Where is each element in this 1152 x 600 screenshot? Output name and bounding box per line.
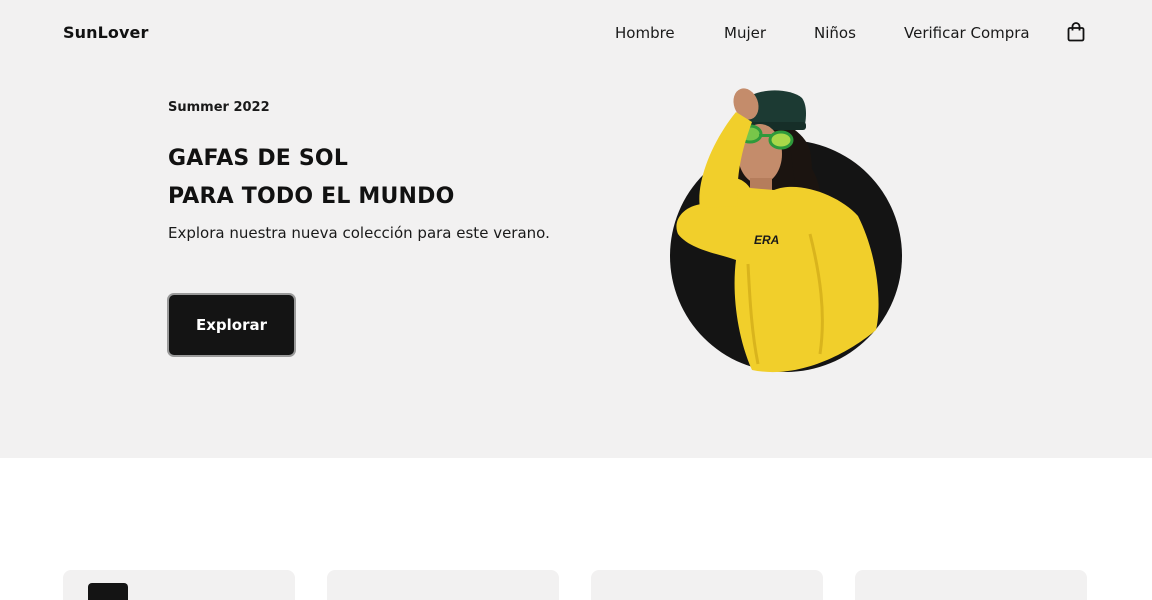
svg-text:ERA: ERA xyxy=(754,233,779,247)
hero-headline: GAFAS DE SOL PARA TODO EL MUNDO xyxy=(168,140,455,216)
headline-line-2: PARA TODO EL MUNDO xyxy=(168,184,455,209)
hero-subtitle: Explora nuestra nueva colección para est… xyxy=(168,224,550,242)
hero-section: SunLover Hombre Mujer Niños Verificar Co… xyxy=(0,0,1152,458)
nav-link-ninos[interactable]: Niños xyxy=(814,24,856,42)
main-nav: Hombre Mujer Niños Verificar Compra xyxy=(0,24,1152,46)
feature-card[interactable] xyxy=(63,570,295,600)
feature-card[interactable] xyxy=(327,570,559,600)
feature-cards xyxy=(0,570,1152,600)
hero-model-image: ERA xyxy=(670,88,902,373)
nav-link-mujer[interactable]: Mujer xyxy=(724,24,766,42)
season-label: Summer 2022 xyxy=(168,100,270,115)
headline-line-1: GAFAS DE SOL xyxy=(168,146,349,171)
feature-icon xyxy=(88,583,128,600)
nav-link-hombre[interactable]: Hombre xyxy=(615,24,675,42)
feature-card[interactable] xyxy=(855,570,1087,600)
shopping-bag-icon[interactable] xyxy=(1067,22,1085,42)
feature-card[interactable] xyxy=(591,570,823,600)
nav-link-verificar-compra[interactable]: Verificar Compra xyxy=(904,24,1030,42)
explore-button[interactable]: Explorar xyxy=(167,293,296,357)
